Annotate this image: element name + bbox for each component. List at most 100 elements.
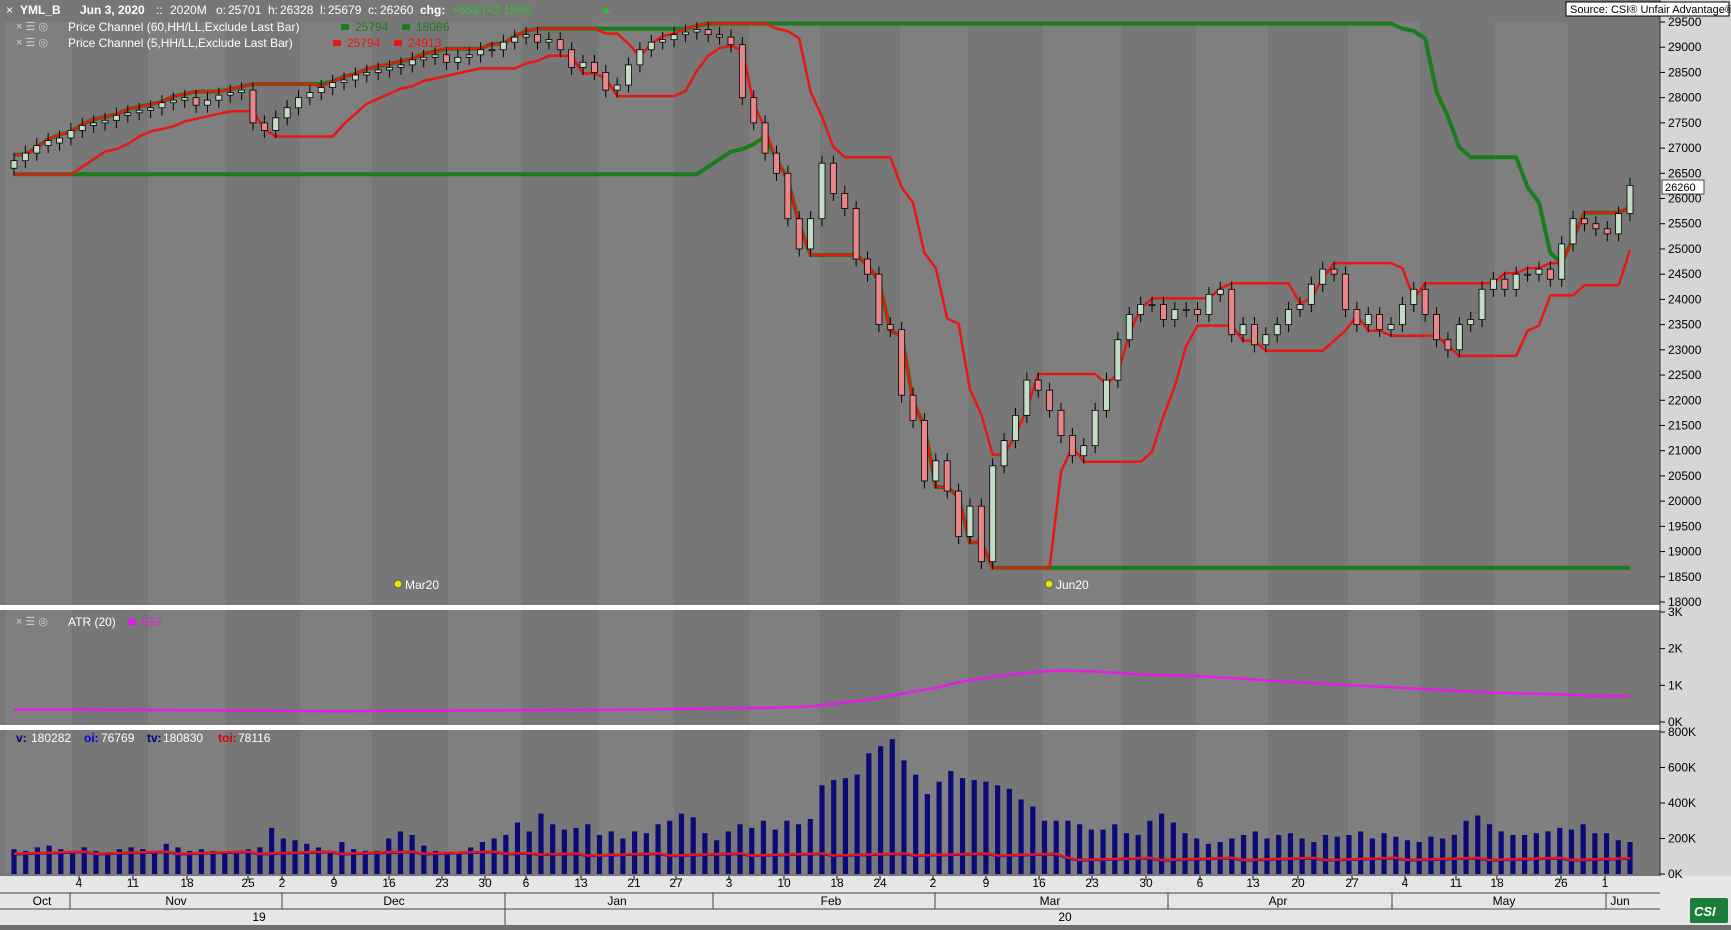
candle-body (1296, 304, 1304, 310)
y-tick-label: 27500 (1668, 116, 1702, 130)
volume-bar (421, 845, 427, 874)
candle-body (1125, 314, 1133, 341)
candle-body (1251, 324, 1258, 346)
volume-bar (819, 785, 825, 874)
panel-separator (0, 725, 1660, 730)
candle-body (1319, 268, 1327, 285)
candle-body (943, 460, 951, 492)
candle-body (1012, 414, 1019, 442)
candle-body (454, 56, 462, 63)
candle-body (636, 49, 644, 66)
candle-body (625, 64, 632, 86)
candle-body (932, 460, 940, 482)
volume-bar (386, 838, 392, 874)
volume-bar (737, 824, 743, 874)
close-key: c: (368, 3, 377, 17)
logo-text: CSI (1694, 904, 1716, 919)
volume-bar (1135, 834, 1141, 874)
candle-body (1421, 288, 1429, 315)
volume-bar (456, 852, 462, 874)
event-marker-icon[interactable] (1044, 579, 1054, 589)
volume-bar (1264, 838, 1270, 874)
volume-bar (772, 829, 778, 874)
candle-body (226, 92, 234, 96)
x-day-label: 1 (1602, 876, 1609, 890)
legend-icons[interactable]: × ☰ ◎ (16, 616, 48, 628)
x-day-label: 30 (1139, 876, 1153, 890)
volume-bar (1568, 829, 1575, 874)
volume-bar (1194, 838, 1200, 874)
month-bands (0, 0, 1731, 925)
candle-body (78, 124, 86, 131)
legend-icons[interactable]: × ☰ ◎ (16, 21, 48, 33)
week-band (1196, 22, 1268, 874)
x-month-label: Oct (33, 894, 52, 908)
y-tick-label: 24000 (1668, 292, 1702, 306)
candle-body (1160, 304, 1167, 320)
volume-bar (749, 827, 755, 874)
volume-bar (831, 779, 837, 874)
candle-body (44, 140, 52, 146)
candle-body (1103, 379, 1110, 411)
candle-body (488, 49, 496, 52)
close-icon[interactable]: × (6, 3, 13, 17)
candle-body (807, 218, 815, 250)
v-value: 180282 (31, 731, 71, 745)
volume-bar (1123, 833, 1130, 874)
volume-bar (1041, 820, 1048, 874)
volume-bar (1299, 838, 1305, 874)
candle-body (1467, 319, 1475, 326)
volume-bar (561, 829, 567, 874)
volume-bar (1615, 840, 1621, 874)
volume-bar (1346, 834, 1352, 874)
x-month-label: Apr (1269, 894, 1288, 908)
x-month-label: Dec (383, 894, 404, 908)
y-tick-label: 28500 (1668, 65, 1702, 79)
candle-body (1376, 314, 1384, 331)
volume-bar (280, 838, 286, 874)
indicator-legend-60[interactable]: × ☰ ◎ Price Channel (60,HH/LL,Exclude La… (16, 20, 450, 34)
volume-bar (444, 854, 450, 874)
x-day-label: 27 (669, 876, 683, 890)
close-value: 26260 (380, 3, 414, 17)
candle-body (1046, 389, 1054, 411)
volume-tick-label: 200K (1668, 832, 1696, 846)
candle-body (499, 41, 507, 51)
candle-body (1228, 288, 1236, 336)
candle-body (864, 258, 871, 275)
source-label: Source: CSI® Unfair Advantage® (1570, 4, 1731, 16)
low-key: l: (320, 3, 326, 17)
candle-body (363, 72, 371, 76)
candle-body (568, 49, 576, 68)
candle-body (955, 490, 962, 537)
volume-bar (1393, 836, 1399, 874)
volume-bar (292, 840, 298, 874)
indicator-legend-5[interactable]: × ☰ ◎ Price Channel (5,HH/LL,Exclude Las… (16, 36, 442, 50)
x-day-label: 13 (574, 876, 588, 890)
x-day-label: 9 (983, 876, 990, 890)
candle-body (727, 36, 735, 46)
legend-icons[interactable]: × ☰ ◎ (16, 37, 48, 49)
x-day-label: 16 (1032, 876, 1046, 890)
marker-label-jun20: Jun20 (1056, 578, 1089, 592)
v-key: v: (16, 731, 27, 745)
volume-bar (491, 838, 497, 874)
x-month-label: Jan (607, 894, 626, 908)
volume-bar (632, 831, 638, 874)
candle-body (10, 160, 18, 169)
event-marker-icon[interactable] (393, 579, 403, 589)
y-tick-label: 25000 (1668, 242, 1702, 256)
y-axis-bg (1660, 0, 1731, 876)
candle-body (374, 69, 382, 73)
x-day-label: 25 (241, 876, 255, 890)
candle-body (818, 162, 826, 220)
candle-body (534, 34, 541, 43)
x-day-label: 6 (1197, 876, 1204, 890)
volume-bar (538, 813, 544, 874)
candle-body (886, 324, 894, 331)
x-day-label: 23 (1085, 876, 1099, 890)
candle-body (443, 54, 450, 63)
x-day-label: 10 (777, 876, 791, 890)
volume-bar (948, 771, 954, 874)
candle-body (135, 109, 143, 114)
